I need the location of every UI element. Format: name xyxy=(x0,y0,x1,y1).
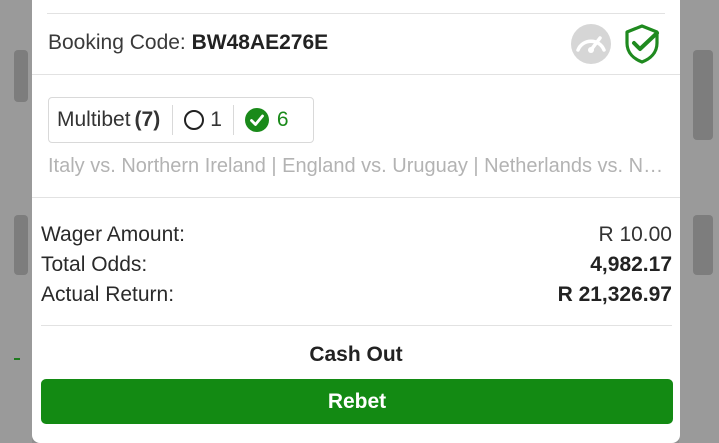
check-circle-icon xyxy=(244,108,269,132)
background-accent xyxy=(14,358,20,360)
return-label: Actual Return: xyxy=(41,283,175,306)
rebet-label: Rebet xyxy=(327,389,387,413)
match-list[interactable]: Italy vs. Northern Ireland | England vs.… xyxy=(48,155,668,178)
bet-status-pill[interactable]: Multibet (7) 1 6 xyxy=(48,97,314,143)
booking-code-value[interactable]: BW48AE276E xyxy=(192,31,329,54)
gauge-icon[interactable] xyxy=(570,23,612,65)
won-legs: 6 xyxy=(234,98,289,142)
wager-row: Wager Amount: R 10.00 xyxy=(41,223,672,247)
bet-card: Booking Code: BW48AE276E Multibet (7) 1 … xyxy=(32,0,680,443)
open-legs-count: 1 xyxy=(210,108,222,131)
wager-value: R 10.00 xyxy=(598,223,672,246)
background-tab xyxy=(693,50,713,140)
divider xyxy=(32,74,680,75)
background-tab xyxy=(693,215,713,275)
booking-code-label: Booking Code: xyxy=(48,31,186,54)
background-tab xyxy=(14,215,28,275)
divider xyxy=(47,13,665,14)
divider xyxy=(32,197,680,198)
match-list-text: Italy vs. Northern Ireland | England vs.… xyxy=(48,155,668,177)
bet-type-count: (7) xyxy=(134,108,161,131)
open-circle-icon xyxy=(184,110,205,130)
return-value: R 21,326.97 xyxy=(557,283,672,306)
bet-type: Multibet (7) xyxy=(49,98,172,142)
cash-out-label: Cash Out xyxy=(309,343,403,366)
shield-check-icon[interactable] xyxy=(622,23,662,65)
cash-out-button[interactable]: Cash Out xyxy=(32,343,680,367)
rebet-button[interactable]: Rebet xyxy=(41,379,673,424)
bet-type-label: Multibet xyxy=(57,108,131,131)
won-legs-count: 6 xyxy=(276,108,289,131)
divider xyxy=(41,325,672,326)
open-legs: 1 xyxy=(173,98,233,142)
odds-label: Total Odds: xyxy=(41,253,148,276)
odds-row: Total Odds: 4,982.17 xyxy=(41,253,672,277)
return-row: Actual Return: R 21,326.97 xyxy=(41,283,672,307)
booking-code: Booking Code: BW48AE276E xyxy=(48,31,328,55)
wager-label: Wager Amount: xyxy=(41,223,185,246)
background-tab xyxy=(14,50,28,102)
odds-value: 4,982.17 xyxy=(590,253,672,276)
